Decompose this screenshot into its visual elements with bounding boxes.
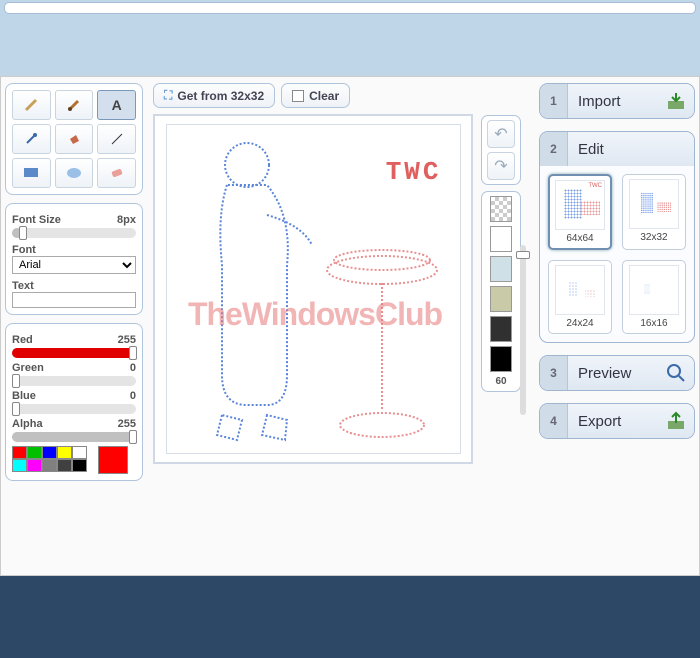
current-color [98,446,128,474]
step-num: 3 [540,356,568,390]
left-panel: A Font Size 8px Font Arial Text Red 255 Gr… [5,83,143,569]
thumbnails-grid: TWC 64x64 32x32 24x24 16x16 [540,166,694,342]
red-slider[interactable] [12,348,136,358]
thumb-label: 32x32 [640,232,667,243]
text-label: Text [12,280,136,292]
clear-label: Clear [309,89,339,103]
palette-swatch[interactable] [490,346,512,372]
zoom-slider-wrap [513,245,533,415]
canvas-twc-text: TWC [386,157,442,187]
font-size-value: 8px [117,214,136,226]
thumb-label: 24x24 [566,318,593,329]
swatch[interactable] [72,459,87,472]
thumb-16[interactable]: 16x16 [622,260,686,334]
export-icon [662,407,690,435]
swatch[interactable] [72,446,87,459]
tool-brush[interactable] [55,90,94,120]
font-size-slider[interactable] [12,228,136,238]
step-num: 1 [540,84,568,118]
swatch-grid [12,446,92,472]
tool-line[interactable] [97,124,136,154]
tool-eraser[interactable] [97,158,136,188]
thumb-24[interactable]: 24x24 [548,260,612,334]
tool-palette: A [5,83,143,195]
tool-ellipse[interactable] [55,158,94,188]
tool-text[interactable]: A [97,90,136,120]
red-value: 255 [118,334,136,346]
green-slider[interactable] [12,376,136,386]
step-title: Preview [568,365,662,382]
blue-slider[interactable] [12,404,136,414]
canvas-bottom-text: TheWindowsClub [187,296,442,332]
green-value: 0 [130,362,136,374]
thumb-32[interactable]: 32x32 [622,174,686,250]
swatch[interactable] [12,459,27,472]
alpha-value: 255 [118,418,136,430]
page-footer [0,576,700,658]
thumb-label: 16x16 [640,318,667,329]
swatch[interactable] [57,459,72,472]
swatch[interactable] [42,459,57,472]
palette-swatch[interactable] [490,226,512,252]
zoom-slider[interactable] [520,245,526,415]
step-preview[interactable]: 3 Preview [539,355,695,391]
get-from-label: Get from 32x32 [177,89,264,103]
swatch[interactable] [12,446,27,459]
swatch[interactable] [27,459,42,472]
font-size-label: Font Size [12,214,61,226]
right-panel: 1 Import 2 Edit TWC 64x64 32x32 [539,83,695,569]
font-panel: Font Size 8px Font Arial Text [5,203,143,315]
import-icon [662,87,690,115]
font-select[interactable]: Arial [12,256,136,274]
step-export[interactable]: 4 Export [539,403,695,439]
center-area: ⛶ Get from 32x32 Clear [143,83,509,569]
palette-transparent[interactable] [490,196,512,222]
blue-label: Blue [12,390,36,402]
clear-button[interactable]: Clear [281,83,350,108]
blue-value: 0 [130,390,136,402]
clear-checkbox[interactable] [292,90,304,102]
step-num: 4 [540,404,568,438]
undo-button[interactable]: ↶ [487,120,515,148]
palette-swatch[interactable] [490,256,512,282]
green-label: Green [12,362,44,374]
get-from-button[interactable]: ⛶ Get from 32x32 [153,83,275,108]
swatch[interactable] [27,446,42,459]
step-import[interactable]: 1 Import [539,83,695,119]
thumb-64[interactable]: TWC 64x64 [548,174,612,250]
swatch[interactable] [57,446,72,459]
canvas-frame: TheWindowsClub TWC [153,114,473,464]
tool-rect[interactable] [12,158,51,188]
step-edit: 2 Edit TWC 64x64 32x32 24x24 16x [539,131,695,343]
palette-swatch[interactable] [490,286,512,312]
font-label: Font [12,244,136,256]
editor-main: A Font Size 8px Font Arial Text Red 255 Gr… [0,76,700,576]
top-banner [4,2,696,14]
tool-pencil[interactable] [12,90,51,120]
red-label: Red [12,334,33,346]
magnify-icon [662,359,690,387]
step-title: Import [568,93,662,110]
text-input[interactable] [12,292,136,308]
redo-button[interactable]: ↷ [487,152,515,180]
color-panel: Red 255 Green 0 Blue 0 Alpha 255 [5,323,143,481]
opacity-value: 60 [495,376,506,387]
expand-icon: ⛶ [164,88,172,103]
alpha-slider[interactable] [12,432,136,442]
step-title: Export [568,413,662,430]
palette-swatch[interactable] [490,316,512,342]
alpha-label: Alpha [12,418,43,430]
swatch[interactable] [42,446,57,459]
tool-picker[interactable] [12,124,51,154]
thumb-label: 64x64 [566,233,593,244]
step-title: Edit [568,141,694,158]
tool-fill[interactable] [55,124,94,154]
canvas[interactable]: TheWindowsClub TWC [166,124,461,454]
step-num: 2 [540,132,568,166]
